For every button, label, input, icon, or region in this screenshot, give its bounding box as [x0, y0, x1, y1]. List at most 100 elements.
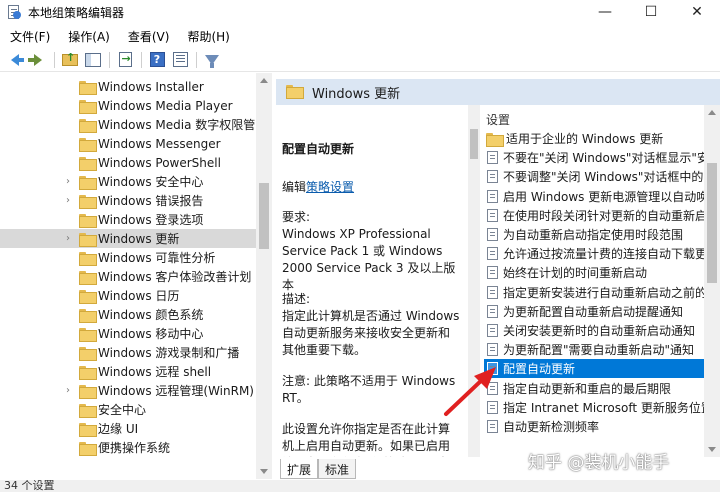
tree-item-label: Windows 日历 [98, 289, 180, 303]
tree-item-label: Windows 颜色系统 [98, 308, 204, 322]
edit-policy-link[interactable]: 策略设置 [306, 180, 354, 194]
console-tree[interactable]: Windows Installer Windows Media Player Win… [0, 73, 272, 479]
policy-setting-item[interactable]: 为更新配置自动重新启动提醒通知 [484, 302, 716, 321]
tree-item[interactable]: Windows 移动中心 [0, 324, 256, 343]
folder-icon [79, 366, 97, 380]
policy-setting-item[interactable]: 指定自动更新和重启的最后期限 [484, 379, 716, 398]
filter-button[interactable] [201, 49, 223, 71]
scroll-down-icon[interactable] [708, 447, 716, 452]
policy-setting-item[interactable]: 指定更新安装进行自动重新启动之前的期 [484, 283, 716, 302]
description-scrollbar[interactable] [468, 105, 480, 457]
menu-help[interactable]: 帮助(H) [177, 28, 237, 45]
tree-item[interactable]: Windows Messenger [0, 134, 256, 153]
policy-setting-icon [487, 247, 498, 261]
window-title: 本地组策略编辑器 [28, 5, 125, 20]
tree-item[interactable]: 便携操作系统 [0, 438, 256, 457]
policy-setting-item[interactable]: 为自动重新启动指定使用时段范围 [484, 225, 716, 244]
policy-setting-item[interactable]: 始终在计划的时间重新启动 [484, 263, 716, 282]
policy-setting-item[interactable]: 关闭安装更新时的自动重新启动通知 [484, 321, 716, 340]
requirements-text: 要求: Windows XP Professional Service Pack… [282, 210, 456, 292]
description-scroll-thumb[interactable] [470, 129, 478, 159]
show-hide-tree-button[interactable] [82, 49, 104, 71]
tab-standard[interactable]: 标准 [318, 459, 357, 479]
policy-setting-item[interactable]: 指定 Intranet Microsoft 更新服务位置 [484, 398, 716, 417]
back-button[interactable] [4, 49, 26, 71]
tree-item-label: 便携操作系统 [98, 441, 171, 455]
scroll-down-icon[interactable] [260, 469, 268, 474]
tree-item[interactable]: 安全中心 [0, 400, 256, 419]
folder-icon [79, 385, 97, 399]
policy-setting-icon [487, 343, 498, 357]
tree-item[interactable]: Windows 客户体验改善计划 [0, 267, 256, 286]
policy-setting-item[interactable]: 允许通过按流量计费的连接自动下载更新 [484, 244, 716, 263]
expand-chevron-icon[interactable]: › [63, 176, 73, 187]
folder-icon [79, 404, 97, 418]
details-pane: Windows 更新 配置自动更新 编辑策略设置 要求: Windows XP … [276, 73, 720, 479]
tree-item[interactable]: Windows Media 数字权限管 [0, 115, 256, 134]
folder-icon [79, 271, 97, 285]
scroll-up-icon[interactable] [708, 110, 716, 115]
policy-setting-icon [487, 304, 498, 318]
scroll-up-icon[interactable] [260, 78, 268, 83]
filter-icon [205, 54, 219, 68]
properties-button[interactable] [169, 49, 191, 71]
tree-item-label: Windows 安全中心 [98, 175, 204, 189]
tab-extended[interactable]: 扩展 [280, 459, 319, 479]
menu-bar: 文件(F) 操作(A) 查看(V) 帮助(H) [0, 26, 238, 46]
tree-item[interactable]: Windows Installer [0, 77, 256, 96]
menu-action[interactable]: 操作(A) [58, 28, 118, 45]
settings-folder-item[interactable]: 适用于企业的 Windows 更新 [484, 129, 716, 148]
help-button[interactable]: ? [146, 49, 168, 71]
policy-setting-item[interactable]: 不要调整"关闭 Windows"对话框中的"安 [484, 167, 716, 186]
edit-policy-line: 编辑策略设置 [282, 179, 354, 196]
tree-item[interactable]: › Windows 远程管理(WinRM) [0, 381, 256, 400]
expand-chevron-icon[interactable]: › [63, 195, 73, 206]
tree-item[interactable]: › Windows 错误报告 [0, 191, 256, 210]
tree-item[interactable]: Windows 游戏录制和广播 [0, 343, 256, 362]
note-text: 注意: 此策略不适用于 Windows RT。 [282, 374, 456, 405]
folder-icon [79, 195, 97, 209]
tree-item[interactable]: Windows 可靠性分析 [0, 248, 256, 267]
policy-setting-item[interactable]: 自动更新检测频率 [484, 417, 716, 436]
forward-button[interactable] [27, 49, 49, 71]
settings-scroll-thumb[interactable] [707, 163, 717, 283]
tree-item[interactable]: Windows 登录选项 [0, 210, 256, 229]
close-button[interactable]: ✕ [674, 0, 720, 24]
tree-item[interactable]: Windows 颜色系统 [0, 305, 256, 324]
tree-item-label: Windows Messenger [98, 136, 221, 151]
folder-icon [486, 132, 504, 147]
tree-item[interactable]: Windows 日历 [0, 286, 256, 305]
up-level-button[interactable] [59, 49, 81, 71]
watermark: 知乎 @装机小能手 [528, 453, 670, 473]
description-panel: 配置自动更新 编辑策略设置 要求: Windows XP Professiona… [276, 105, 464, 457]
menu-file[interactable]: 文件(F) [0, 28, 58, 45]
tree-scroll-thumb[interactable] [259, 183, 269, 249]
menu-view[interactable]: 查看(V) [118, 28, 178, 45]
tree-item[interactable]: 边缘 UI [0, 419, 256, 438]
settings-column-header[interactable]: 设置 [486, 111, 510, 128]
policy-setting-item[interactable]: 为更新配置"需要自动重新启动"通知 [484, 340, 716, 359]
policy-setting-label: 为更新配置"需要自动重新启动"通知 [503, 343, 695, 358]
tree-item-label: Windows 远程 shell [98, 365, 212, 379]
export-list-button[interactable] [114, 49, 136, 71]
maximize-button[interactable]: ☐ [628, 0, 674, 24]
policy-setting-item[interactable]: 配置自动更新 [484, 359, 716, 379]
minimize-button[interactable]: — [582, 0, 628, 24]
settings-scrollbar[interactable] [704, 105, 720, 457]
tree-item[interactable]: › Windows 安全中心 [0, 172, 256, 191]
details-header-title: Windows 更新 [312, 86, 401, 102]
policy-setting-item[interactable]: 在使用时段关闭针对更新的自动重新启动 [484, 206, 716, 225]
tree-scrollbar[interactable] [256, 73, 272, 479]
policy-setting-item[interactable]: 不要在"关闭 Windows"对话框显示"安装 [484, 148, 716, 167]
expand-chevron-icon[interactable]: › [63, 233, 73, 244]
tree-item[interactable]: Windows Media Player [0, 96, 256, 115]
tree-item[interactable]: Windows PowerShell [0, 153, 256, 172]
properties-icon [172, 52, 188, 67]
policy-setting-icon [487, 324, 498, 337]
folder-icon [79, 442, 97, 456]
tree-item-label: Windows 可靠性分析 [98, 251, 216, 265]
tree-item[interactable]: › Windows 更新 [0, 229, 256, 248]
expand-chevron-icon[interactable]: › [63, 385, 73, 396]
tree-item[interactable]: Windows 远程 shell [0, 362, 256, 381]
policy-setting-item[interactable]: 启用 Windows 更新电源管理以自动唤醒 [484, 187, 716, 206]
